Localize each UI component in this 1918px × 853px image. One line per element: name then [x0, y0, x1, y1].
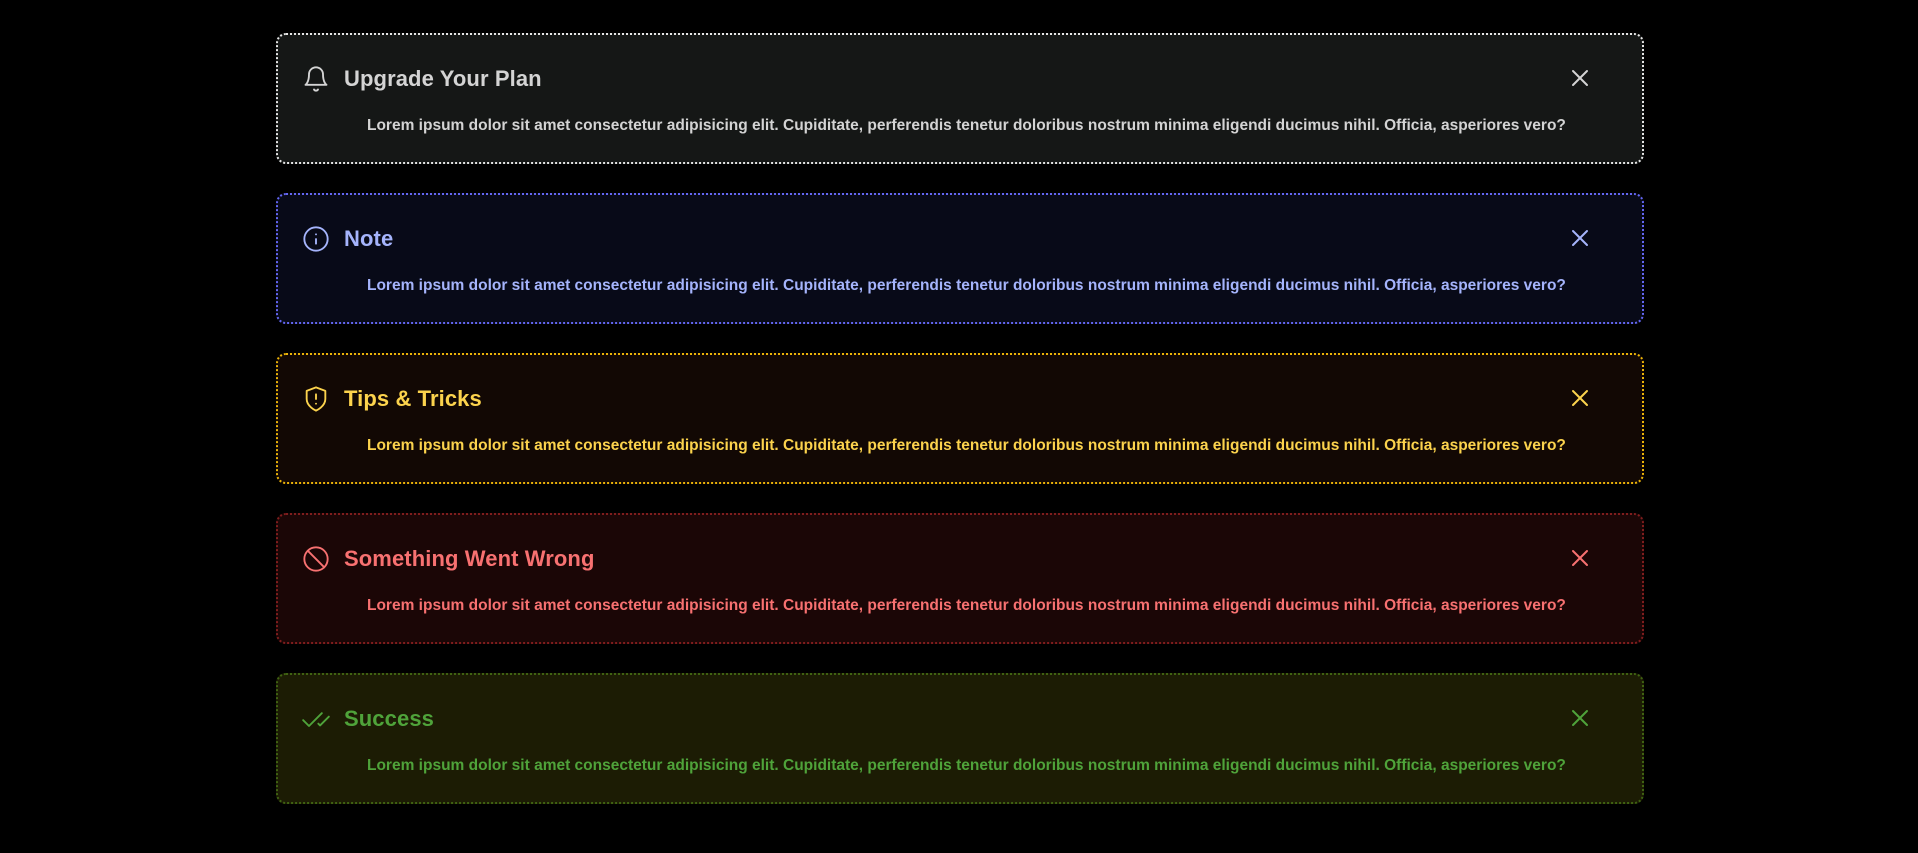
check-check-icon: [302, 705, 330, 733]
alert-message: Lorem ipsum dolor sit amet consectetur a…: [367, 277, 1566, 294]
alert-tips-tricks: Tips & Tricks Lorem ipsum dolor sit amet…: [276, 353, 1644, 484]
alert-title: Something Went Wrong: [344, 546, 595, 571]
bell-icon: [302, 65, 330, 93]
close-button[interactable]: [1566, 224, 1594, 252]
close-icon: [1568, 386, 1592, 410]
alert-something-went-wrong: Something Went Wrong Lorem ipsum dolor s…: [276, 513, 1644, 644]
alert-upgrade-plan: Upgrade Your Plan Lorem ipsum dolor sit …: [276, 33, 1644, 164]
alert-title: Upgrade Your Plan: [344, 66, 542, 91]
alert-message: Lorem ipsum dolor sit amet consectetur a…: [367, 757, 1566, 774]
alert-title: Tips & Tricks: [344, 386, 482, 411]
close-button[interactable]: [1566, 64, 1594, 92]
alert-message: Lorem ipsum dolor sit amet consectetur a…: [367, 437, 1566, 454]
alert-stack: Upgrade Your Plan Lorem ipsum dolor sit …: [276, 33, 1644, 833]
alert-title: Success: [344, 706, 434, 731]
alert-success: Success Lorem ipsum dolor sit amet conse…: [276, 673, 1644, 804]
info-icon: [302, 225, 330, 253]
alert-title: Note: [344, 226, 394, 251]
shield-alert-icon: [302, 385, 330, 413]
alert-header: Note: [302, 223, 393, 255]
alert-header: Something Went Wrong: [302, 543, 595, 575]
close-icon: [1568, 546, 1592, 570]
alert-header: Success: [302, 703, 434, 735]
close-icon: [1568, 706, 1592, 730]
close-button[interactable]: [1566, 544, 1594, 572]
ban-icon: [302, 545, 330, 573]
alert-header: Tips & Tricks: [302, 383, 482, 415]
close-icon: [1568, 66, 1592, 90]
close-button[interactable]: [1566, 704, 1594, 732]
close-icon: [1568, 226, 1592, 250]
alert-message: Lorem ipsum dolor sit amet consectetur a…: [367, 597, 1566, 614]
alert-message: Lorem ipsum dolor sit amet consectetur a…: [367, 117, 1566, 134]
close-button[interactable]: [1566, 384, 1594, 412]
alert-header: Upgrade Your Plan: [302, 63, 542, 95]
alert-note: Note Lorem ipsum dolor sit amet consecte…: [276, 193, 1644, 324]
